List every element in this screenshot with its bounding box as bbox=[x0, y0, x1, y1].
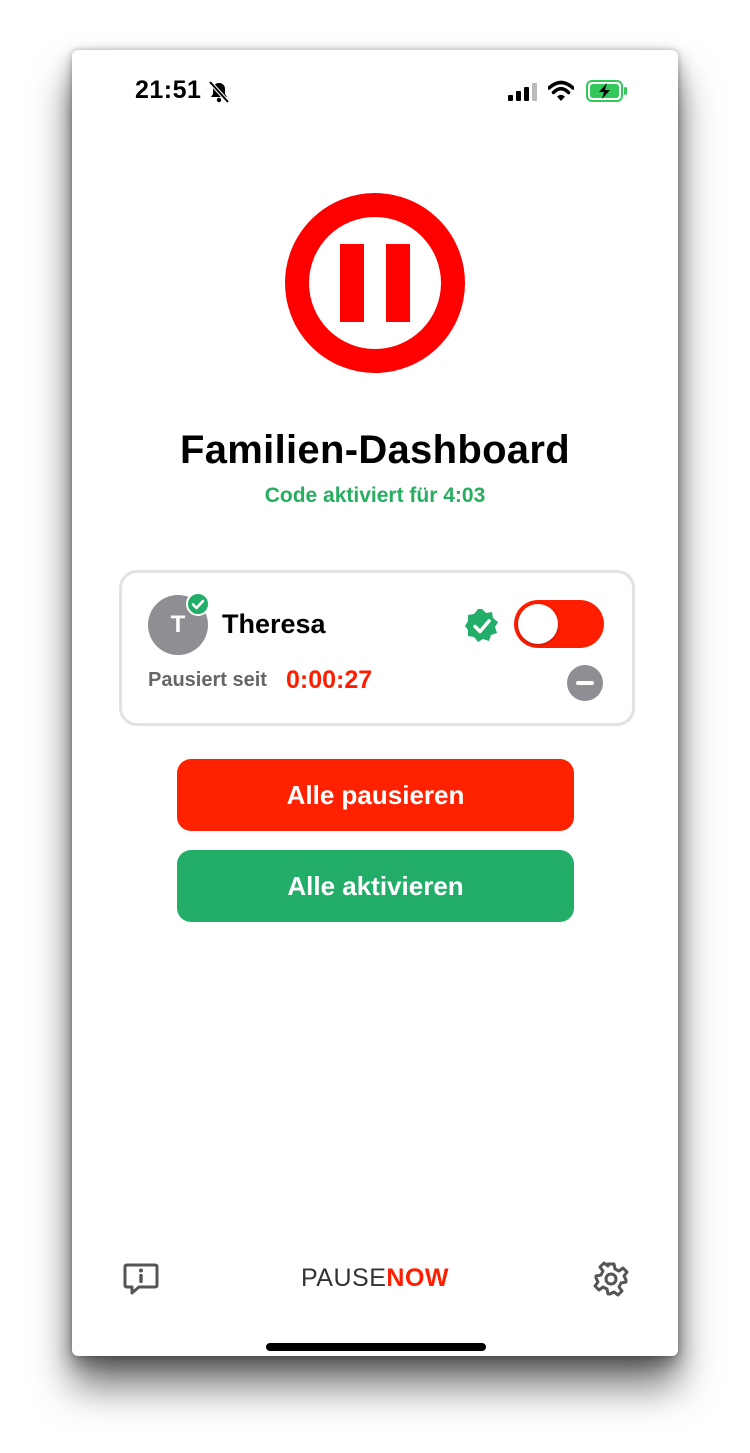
activate-all-button[interactable]: Alle aktivieren bbox=[177, 850, 574, 922]
signal-icon bbox=[508, 83, 537, 101]
paused-timer: 0:00:27 bbox=[286, 666, 373, 694]
toggle-knob[interactable] bbox=[518, 604, 558, 644]
pause-toggle[interactable] bbox=[514, 600, 604, 648]
pause-all-button[interactable]: Alle pausieren bbox=[177, 759, 574, 831]
check-badge-icon bbox=[186, 592, 210, 616]
bell-slash-icon bbox=[208, 80, 230, 104]
code-status: Code aktiviert für 4:03 bbox=[264, 484, 486, 507]
member-name: Theresa bbox=[222, 609, 326, 639]
brand-part-pause: PAUSE bbox=[300, 1264, 387, 1292]
phone-screen: 21:51 Familien-Dashboard Code aktiviert … bbox=[72, 50, 678, 1356]
battery-charging-icon bbox=[586, 80, 627, 102]
brand-part-now: NOW bbox=[386, 1264, 449, 1292]
wifi-icon bbox=[548, 80, 574, 101]
remove-icon[interactable] bbox=[566, 664, 604, 702]
paused-label: Pausiert seit bbox=[148, 669, 267, 691]
member-card[interactable]: T Theresa Pausiert seit 0:00:27 bbox=[119, 570, 635, 726]
pause-icon bbox=[285, 193, 465, 373]
status-time: 21:51 bbox=[135, 76, 202, 104]
gear-icon[interactable] bbox=[592, 1260, 630, 1298]
page-title: Familien-Dashboard bbox=[180, 428, 570, 472]
verified-seal-icon bbox=[465, 609, 498, 642]
brand-logo: PAUSENOW bbox=[72, 1264, 678, 1293]
home-indicator bbox=[266, 1343, 486, 1351]
